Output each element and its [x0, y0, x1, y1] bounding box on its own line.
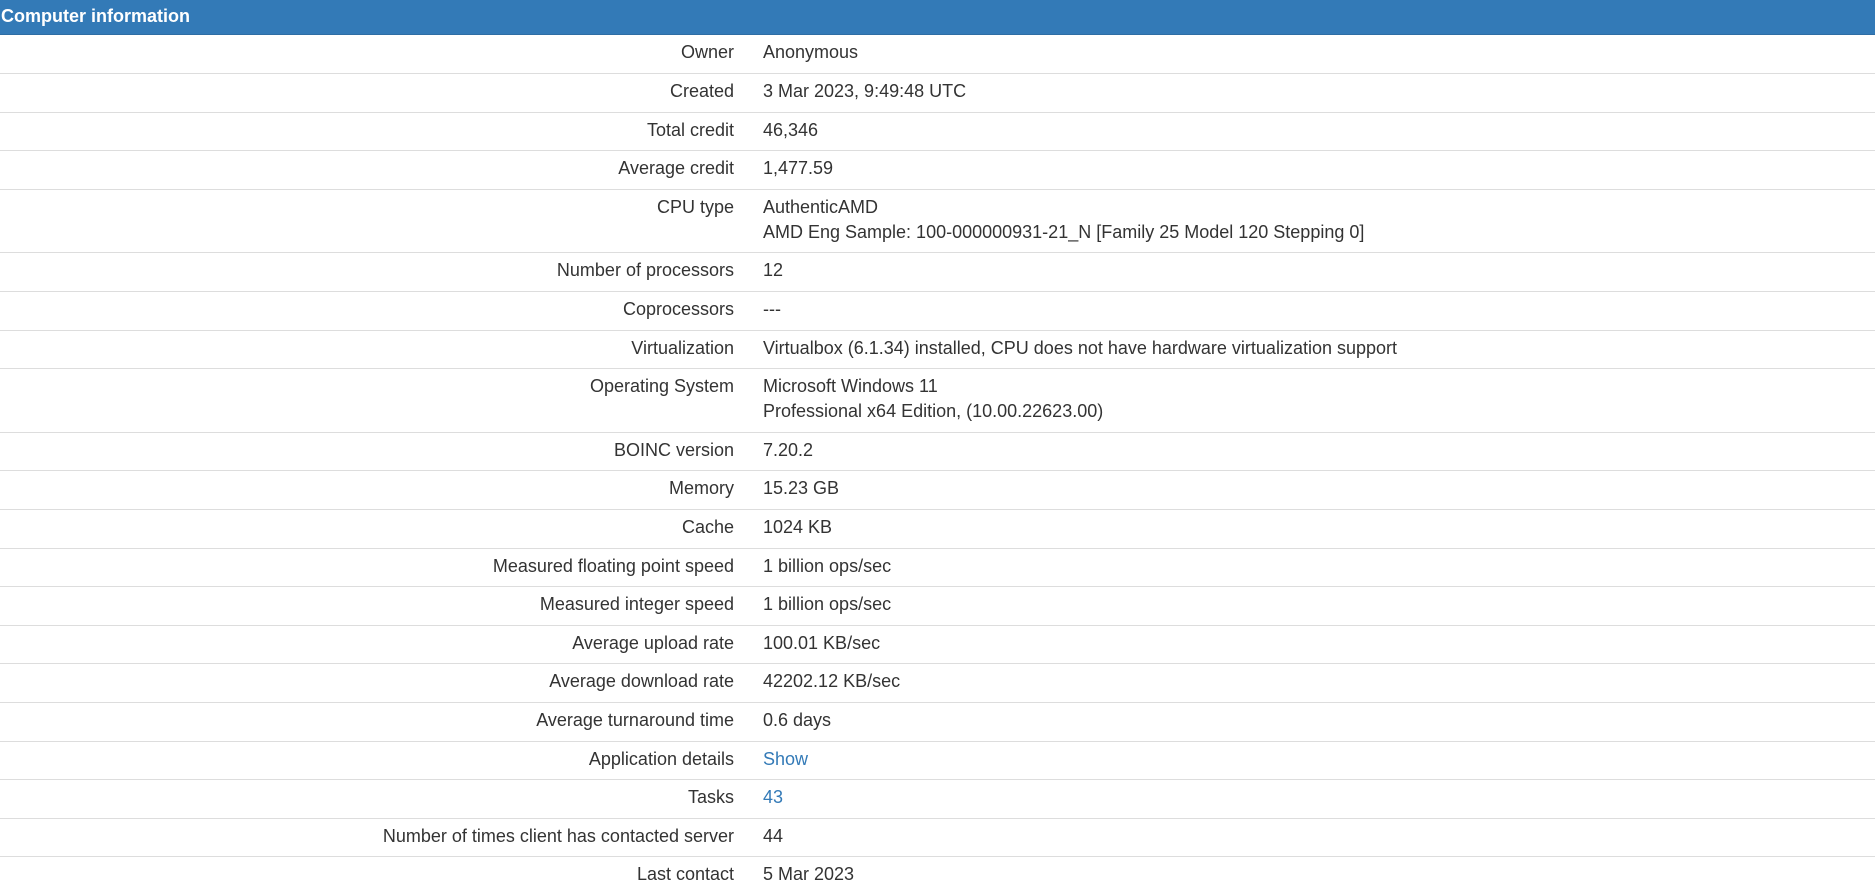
row-value: --- [734, 291, 1875, 331]
row-label: Operating System [0, 368, 734, 433]
cpu-vendor: AuthenticAMD [763, 196, 879, 217]
row-value: 44 [734, 818, 1875, 858]
row-value: 1,477.59 [734, 150, 1875, 190]
row-label: BOINC version [0, 432, 734, 472]
row-label: CPU type [0, 189, 734, 254]
os-name: Microsoft Windows 11 [763, 376, 938, 397]
computer-info-panel: Computer information Owner Anonymous Cre… [0, 0, 1875, 888]
row-label: Number of processors [0, 252, 734, 293]
row-label: Virtualization [0, 330, 734, 370]
row-value: Show [734, 741, 1875, 781]
row-label: Average download rate [0, 663, 734, 703]
row-average-credit: Average credit 1,477.59 [0, 150, 1875, 190]
row-integer-speed: Measured integer speed 1 billion ops/sec [0, 586, 1875, 626]
row-coprocessors: Coprocessors --- [0, 291, 1875, 331]
row-label: Measured floating point speed [0, 548, 734, 588]
row-label: Memory [0, 470, 734, 511]
row-value: 43 [734, 779, 1875, 819]
row-value: 100.01 KB/sec [734, 625, 1875, 665]
show-application-details-link[interactable]: Show [763, 749, 808, 769]
row-value: AuthenticAMD AMD Eng Sample: 100-0000009… [734, 189, 1875, 254]
row-value: 7.20.2 [734, 432, 1875, 472]
row-virtualization: Virtualization Virtualbox (6.1.34) insta… [0, 330, 1875, 370]
row-label: Last contact [0, 856, 734, 888]
row-value: 15.23 GB [734, 470, 1875, 511]
row-label: Owner [0, 35, 734, 75]
row-label: Total credit [0, 112, 734, 152]
row-value: 1024 KB [734, 509, 1875, 549]
row-label: Coprocessors [0, 291, 734, 331]
row-label: Cache [0, 509, 734, 549]
row-value: 3 Mar 2023, 9:49:48 UTC [734, 73, 1875, 113]
row-value: 1 billion ops/sec [734, 586, 1875, 626]
row-contact-count: Number of times client has contacted ser… [0, 818, 1875, 858]
row-total-credit: Total credit 46,346 [0, 112, 1875, 152]
panel-title: Computer information [0, 0, 1875, 35]
tasks-link[interactable]: 43 [763, 787, 783, 807]
row-value: 12 [734, 252, 1875, 293]
row-boinc-version: BOINC version 7.20.2 [0, 432, 1875, 472]
row-number-of-processors: Number of processors 12 [0, 252, 1875, 293]
row-value: 46,346 [734, 112, 1875, 152]
row-value: 5 Mar 2023 [734, 856, 1875, 888]
row-value: Microsoft Windows 11 Professional x64 Ed… [734, 368, 1875, 433]
row-label: Created [0, 73, 734, 113]
row-owner: Owner Anonymous [0, 35, 1875, 75]
row-floating-point-speed: Measured floating point speed 1 billion … [0, 548, 1875, 588]
row-memory: Memory 15.23 GB [0, 470, 1875, 511]
cpu-model: AMD Eng Sample: 100-000000931-21_N [Fami… [763, 221, 1365, 242]
row-value: 1 billion ops/sec [734, 548, 1875, 588]
row-label: Tasks [0, 779, 734, 819]
row-label: Application details [0, 741, 734, 781]
os-edition: Professional x64 Edition, (10.00.22623.0… [763, 401, 1104, 422]
row-upload-rate: Average upload rate 100.01 KB/sec [0, 625, 1875, 665]
row-label: Average credit [0, 150, 734, 190]
row-label: Measured integer speed [0, 586, 734, 626]
row-label: Number of times client has contacted ser… [0, 818, 734, 858]
row-cache: Cache 1024 KB [0, 509, 1875, 549]
row-cpu-type: CPU type AuthenticAMD AMD Eng Sample: 10… [0, 189, 1875, 254]
row-tasks: Tasks 43 [0, 779, 1875, 819]
row-operating-system: Operating System Microsoft Windows 11 Pr… [0, 368, 1875, 433]
row-created: Created 3 Mar 2023, 9:49:48 UTC [0, 73, 1875, 113]
row-value: 42202.12 KB/sec [734, 663, 1875, 703]
row-value: 0.6 days [734, 702, 1875, 742]
row-label: Average upload rate [0, 625, 734, 665]
row-application-details: Application details Show [0, 741, 1875, 781]
row-last-contact: Last contact 5 Mar 2023 [0, 856, 1875, 888]
computer-info-table: Owner Anonymous Created 3 Mar 2023, 9:49… [0, 35, 1875, 888]
row-label: Average turnaround time [0, 702, 734, 742]
row-download-rate: Average download rate 42202.12 KB/sec [0, 663, 1875, 703]
row-turnaround-time: Average turnaround time 0.6 days [0, 702, 1875, 742]
row-value: Virtualbox (6.1.34) installed, CPU does … [734, 330, 1875, 370]
row-value: Anonymous [734, 35, 1875, 75]
